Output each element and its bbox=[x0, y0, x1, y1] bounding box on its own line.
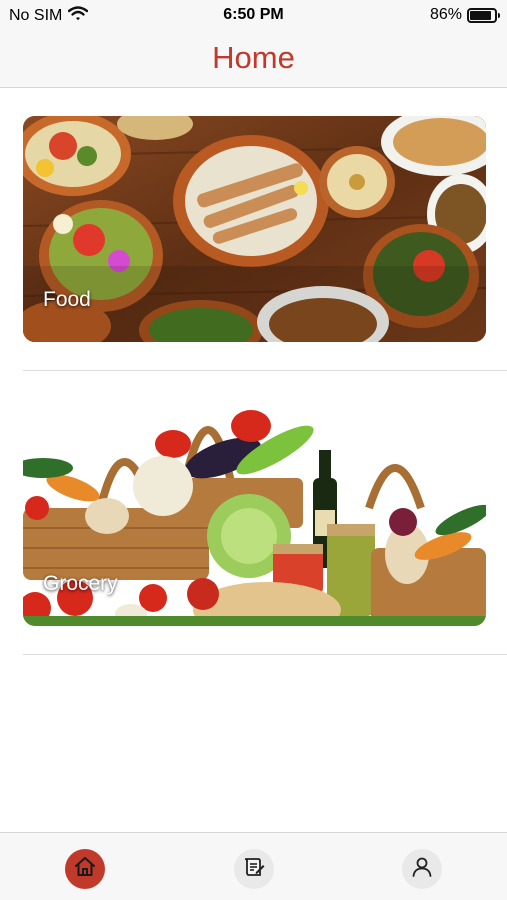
tab-bar bbox=[0, 832, 507, 900]
navigation-bar: Home bbox=[0, 30, 507, 88]
category-card-grocery[interactable]: Grocery bbox=[23, 398, 486, 626]
page-title: Home bbox=[212, 40, 295, 75]
category-label: Grocery bbox=[43, 572, 118, 595]
status-bar: No SIM 6:50 PM 86% bbox=[0, 0, 507, 30]
tab-orders[interactable] bbox=[234, 849, 274, 889]
divider bbox=[23, 370, 507, 371]
battery-icon bbox=[467, 7, 500, 23]
battery-percent: 86% bbox=[429, 6, 462, 23]
profile-icon bbox=[410, 855, 434, 884]
category-label: Food bbox=[43, 288, 91, 311]
tab-profile[interactable] bbox=[402, 849, 442, 889]
home-icon bbox=[73, 855, 97, 884]
food-image bbox=[23, 116, 486, 342]
divider bbox=[23, 654, 507, 655]
status-right: 86% bbox=[429, 6, 500, 24]
category-card-food[interactable]: Food bbox=[23, 116, 486, 342]
battery-level bbox=[470, 10, 491, 20]
orders-icon bbox=[242, 855, 266, 884]
tab-home[interactable] bbox=[65, 849, 105, 889]
